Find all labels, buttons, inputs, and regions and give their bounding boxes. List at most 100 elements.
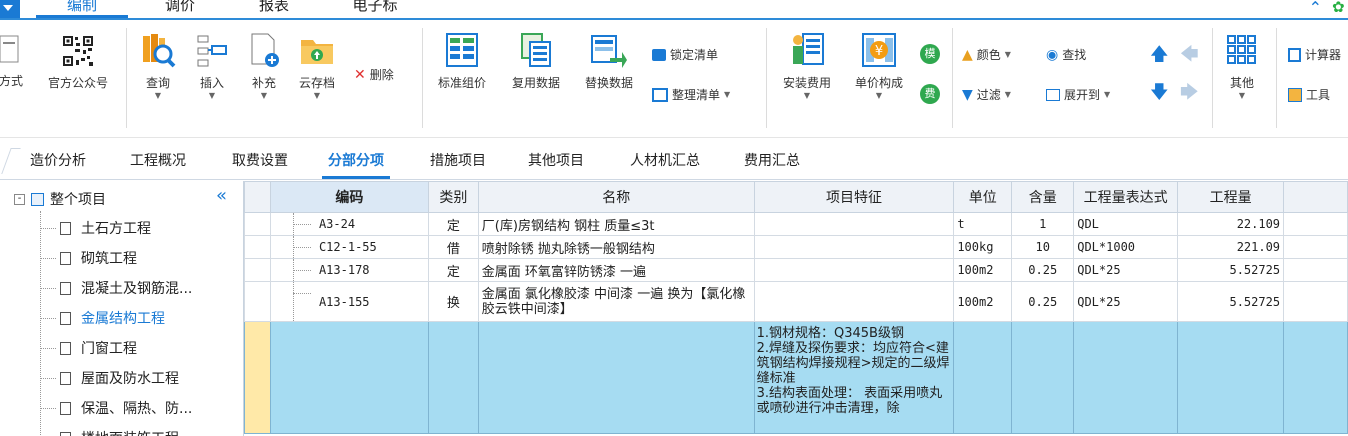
extra-cell[interactable] — [1283, 281, 1348, 322]
tree-item-concrete[interactable]: 混凝土及钢筋混... — [40, 273, 192, 303]
find-button[interactable]: ◉ 查找 — [1046, 46, 1086, 63]
double-chevron-left-icon[interactable]: « — [216, 185, 227, 206]
unit-cell[interactable]: 100m2 — [953, 281, 1013, 322]
name-cell[interactable]: 喷射除锈 抛丸除锈一般钢结构 — [477, 235, 755, 259]
row-number-cell[interactable] — [244, 212, 271, 236]
header-code[interactable]: 编码 — [269, 181, 429, 213]
content-cell[interactable]: 1 — [1011, 212, 1075, 236]
tree-item-roof-waterproof[interactable]: 屋面及防水工程 — [40, 363, 179, 393]
extra-cell[interactable] — [1283, 321, 1348, 434]
tools-button[interactable]: 工具 — [1288, 86, 1330, 103]
header-type[interactable]: 类别 — [427, 181, 479, 213]
cloud-save-button[interactable]: 云存档 ▼ — [292, 32, 342, 101]
feature-cell[interactable]: 1.钢材规格：Q345B级钢 2.焊缝及探伤要求：均应符合<建筑钢结构焊接规程>… — [753, 321, 955, 434]
tab-measures[interactable]: 措施项目 — [430, 150, 486, 170]
type-cell[interactable]: 定 — [427, 212, 479, 236]
type-cell[interactable]: 定 — [427, 258, 479, 282]
tab-sub-items[interactable]: 分部分项 — [322, 150, 390, 179]
unit-cell[interactable]: 100kg — [953, 235, 1013, 259]
lock-list-button[interactable]: 锁定清单 — [652, 46, 718, 63]
tree-item-metal-structure[interactable]: 金属结构工程 — [40, 303, 165, 333]
chevron-up-icon[interactable]: ⌃ — [1309, 0, 1322, 17]
expression-cell[interactable]: QDL — [1073, 212, 1179, 236]
menu-tab-bianzhi[interactable]: 编制 — [36, 0, 128, 18]
insert-button[interactable]: 插入 ▼ — [190, 32, 234, 101]
header-content[interactable]: 含量 — [1011, 181, 1075, 213]
install-fee-button[interactable]: 安装费用 ▼ — [776, 32, 838, 101]
collapse-minus-icon[interactable]: - — [14, 193, 25, 205]
tab-other-items[interactable]: 其他项目 — [528, 150, 584, 170]
table-row[interactable]: A3-24 定 厂(库)房钢结构 钢柱 质量≤3t t 1 QDL 22.109 — [244, 212, 1348, 236]
feature-cell[interactable] — [753, 258, 955, 282]
code-cell[interactable]: C12-1-55 — [269, 235, 429, 259]
row-number-cell[interactable] — [244, 258, 271, 282]
replace-data-button[interactable]: 替换数据 — [578, 32, 640, 91]
table-row[interactable]: C12-1-55 借 喷射除锈 抛丸除锈一般钢结构 100kg 10 QDL*1… — [244, 235, 1348, 259]
quantity-cell[interactable]: 5.52725 — [1177, 281, 1285, 322]
extra-cell[interactable] — [1283, 212, 1348, 236]
quantity-cell[interactable]: 221.09 — [1177, 235, 1285, 259]
content-cell[interactable]: 0.25 — [1011, 258, 1075, 282]
tab-labor-material-summary[interactable]: 人材机汇总 — [630, 150, 700, 170]
type-cell[interactable]: 换 — [427, 281, 479, 322]
content-cell[interactable]: 0.25 — [1011, 281, 1075, 322]
arrow-down-icon[interactable]: 🡇 — [1150, 80, 1169, 110]
tab-project-overview[interactable]: 工程概况 — [130, 150, 186, 170]
type-cell[interactable]: 借 — [427, 235, 479, 259]
supplement-button[interactable]: 补充 ▼ — [244, 32, 284, 101]
code-cell[interactable] — [269, 321, 429, 434]
other-button[interactable]: 其他 ▼ — [1222, 32, 1262, 101]
arrow-up-icon[interactable]: 🡅 — [1150, 42, 1169, 72]
header-feature[interactable]: 项目特征 — [753, 181, 955, 213]
color-button[interactable]: ▲ 颜色 ▼ — [962, 46, 1011, 63]
expand-to-button[interactable]: 展开到 ▼ — [1046, 86, 1110, 103]
type-cell[interactable] — [427, 321, 479, 434]
menu-tab-dianzibiao[interactable]: 电子标 — [340, 0, 410, 18]
arrow-left-icon[interactable]: 🡄 — [1180, 42, 1199, 72]
tab-fee-settings[interactable]: 取费设置 — [232, 150, 288, 170]
unit-cell[interactable]: 100m2 — [953, 258, 1013, 282]
expression-cell[interactable]: QDL*25 — [1073, 281, 1179, 322]
organize-list-button[interactable]: 整理清单 ▼ — [652, 86, 730, 103]
quantity-cell[interactable] — [1177, 321, 1285, 434]
content-cell[interactable] — [1011, 321, 1075, 434]
official-account-button[interactable]: 官方公众号 — [38, 34, 118, 91]
feature-cell[interactable] — [753, 212, 955, 236]
fee-badge-icon[interactable]: 费 — [920, 84, 940, 104]
extra-cell[interactable] — [1283, 235, 1348, 259]
delete-button[interactable]: ✕ 删除 — [354, 66, 394, 83]
unit-cell[interactable] — [953, 321, 1013, 434]
selected-table-row[interactable]: 1.钢材规格：Q345B级钢 2.焊缝及探伤要求：均应符合<建筑钢结构焊接规程>… — [244, 321, 1348, 434]
header-expression[interactable]: 工程量表达式 — [1073, 181, 1179, 213]
name-cell[interactable] — [477, 321, 755, 434]
mode-button[interactable]: 方式 — [0, 34, 28, 89]
code-cell[interactable]: A3-24 — [269, 212, 429, 236]
header-name[interactable]: 名称 — [477, 181, 755, 213]
tree-item-floor-decoration[interactable]: 楼地面装饰工程 — [40, 423, 179, 436]
feature-cell[interactable] — [753, 281, 955, 322]
unit-price-button[interactable]: ¥ 单价构成 ▼ — [848, 32, 910, 101]
arrow-right-icon[interactable]: 🡆 — [1180, 80, 1199, 110]
name-cell[interactable]: 厂(库)房钢结构 钢柱 质量≤3t — [477, 212, 755, 236]
feature-cell[interactable] — [753, 235, 955, 259]
unit-cell[interactable]: t — [953, 212, 1013, 236]
calculator-button[interactable]: 计算器 — [1288, 46, 1341, 63]
content-cell[interactable]: 10 — [1011, 235, 1075, 259]
header-quantity[interactable]: 工程量 — [1177, 181, 1285, 213]
code-cell[interactable]: A13-155 — [269, 281, 429, 322]
name-cell[interactable]: 金属面 环氧富锌防锈漆 一遍 — [477, 258, 755, 282]
menu-tab-baobiao[interactable]: 报表 — [244, 0, 304, 18]
tab-fee-summary[interactable]: 费用汇总 — [744, 150, 800, 170]
code-cell[interactable]: A13-178 — [269, 258, 429, 282]
tab-cost-analysis[interactable]: 造价分析 — [30, 150, 86, 170]
row-number-cell[interactable] — [244, 321, 271, 434]
filter-button[interactable]: ▼ 过滤 ▼ — [962, 86, 1011, 103]
row-number-cell[interactable] — [244, 235, 271, 259]
tree-item-masonry[interactable]: 砌筑工程 — [40, 243, 137, 273]
expression-cell[interactable]: QDL*25 — [1073, 258, 1179, 282]
standard-price-button[interactable]: 标准组价 — [432, 32, 492, 91]
app-menu-button[interactable] — [0, 0, 20, 18]
table-row[interactable]: A13-155 换 金属面 氯化橡胶漆 中间漆 一遍 换为【氯化橡胶云铁中间漆】… — [244, 281, 1348, 322]
expression-cell[interactable] — [1073, 321, 1179, 434]
tree-root[interactable]: - 整个项目 — [14, 189, 106, 209]
